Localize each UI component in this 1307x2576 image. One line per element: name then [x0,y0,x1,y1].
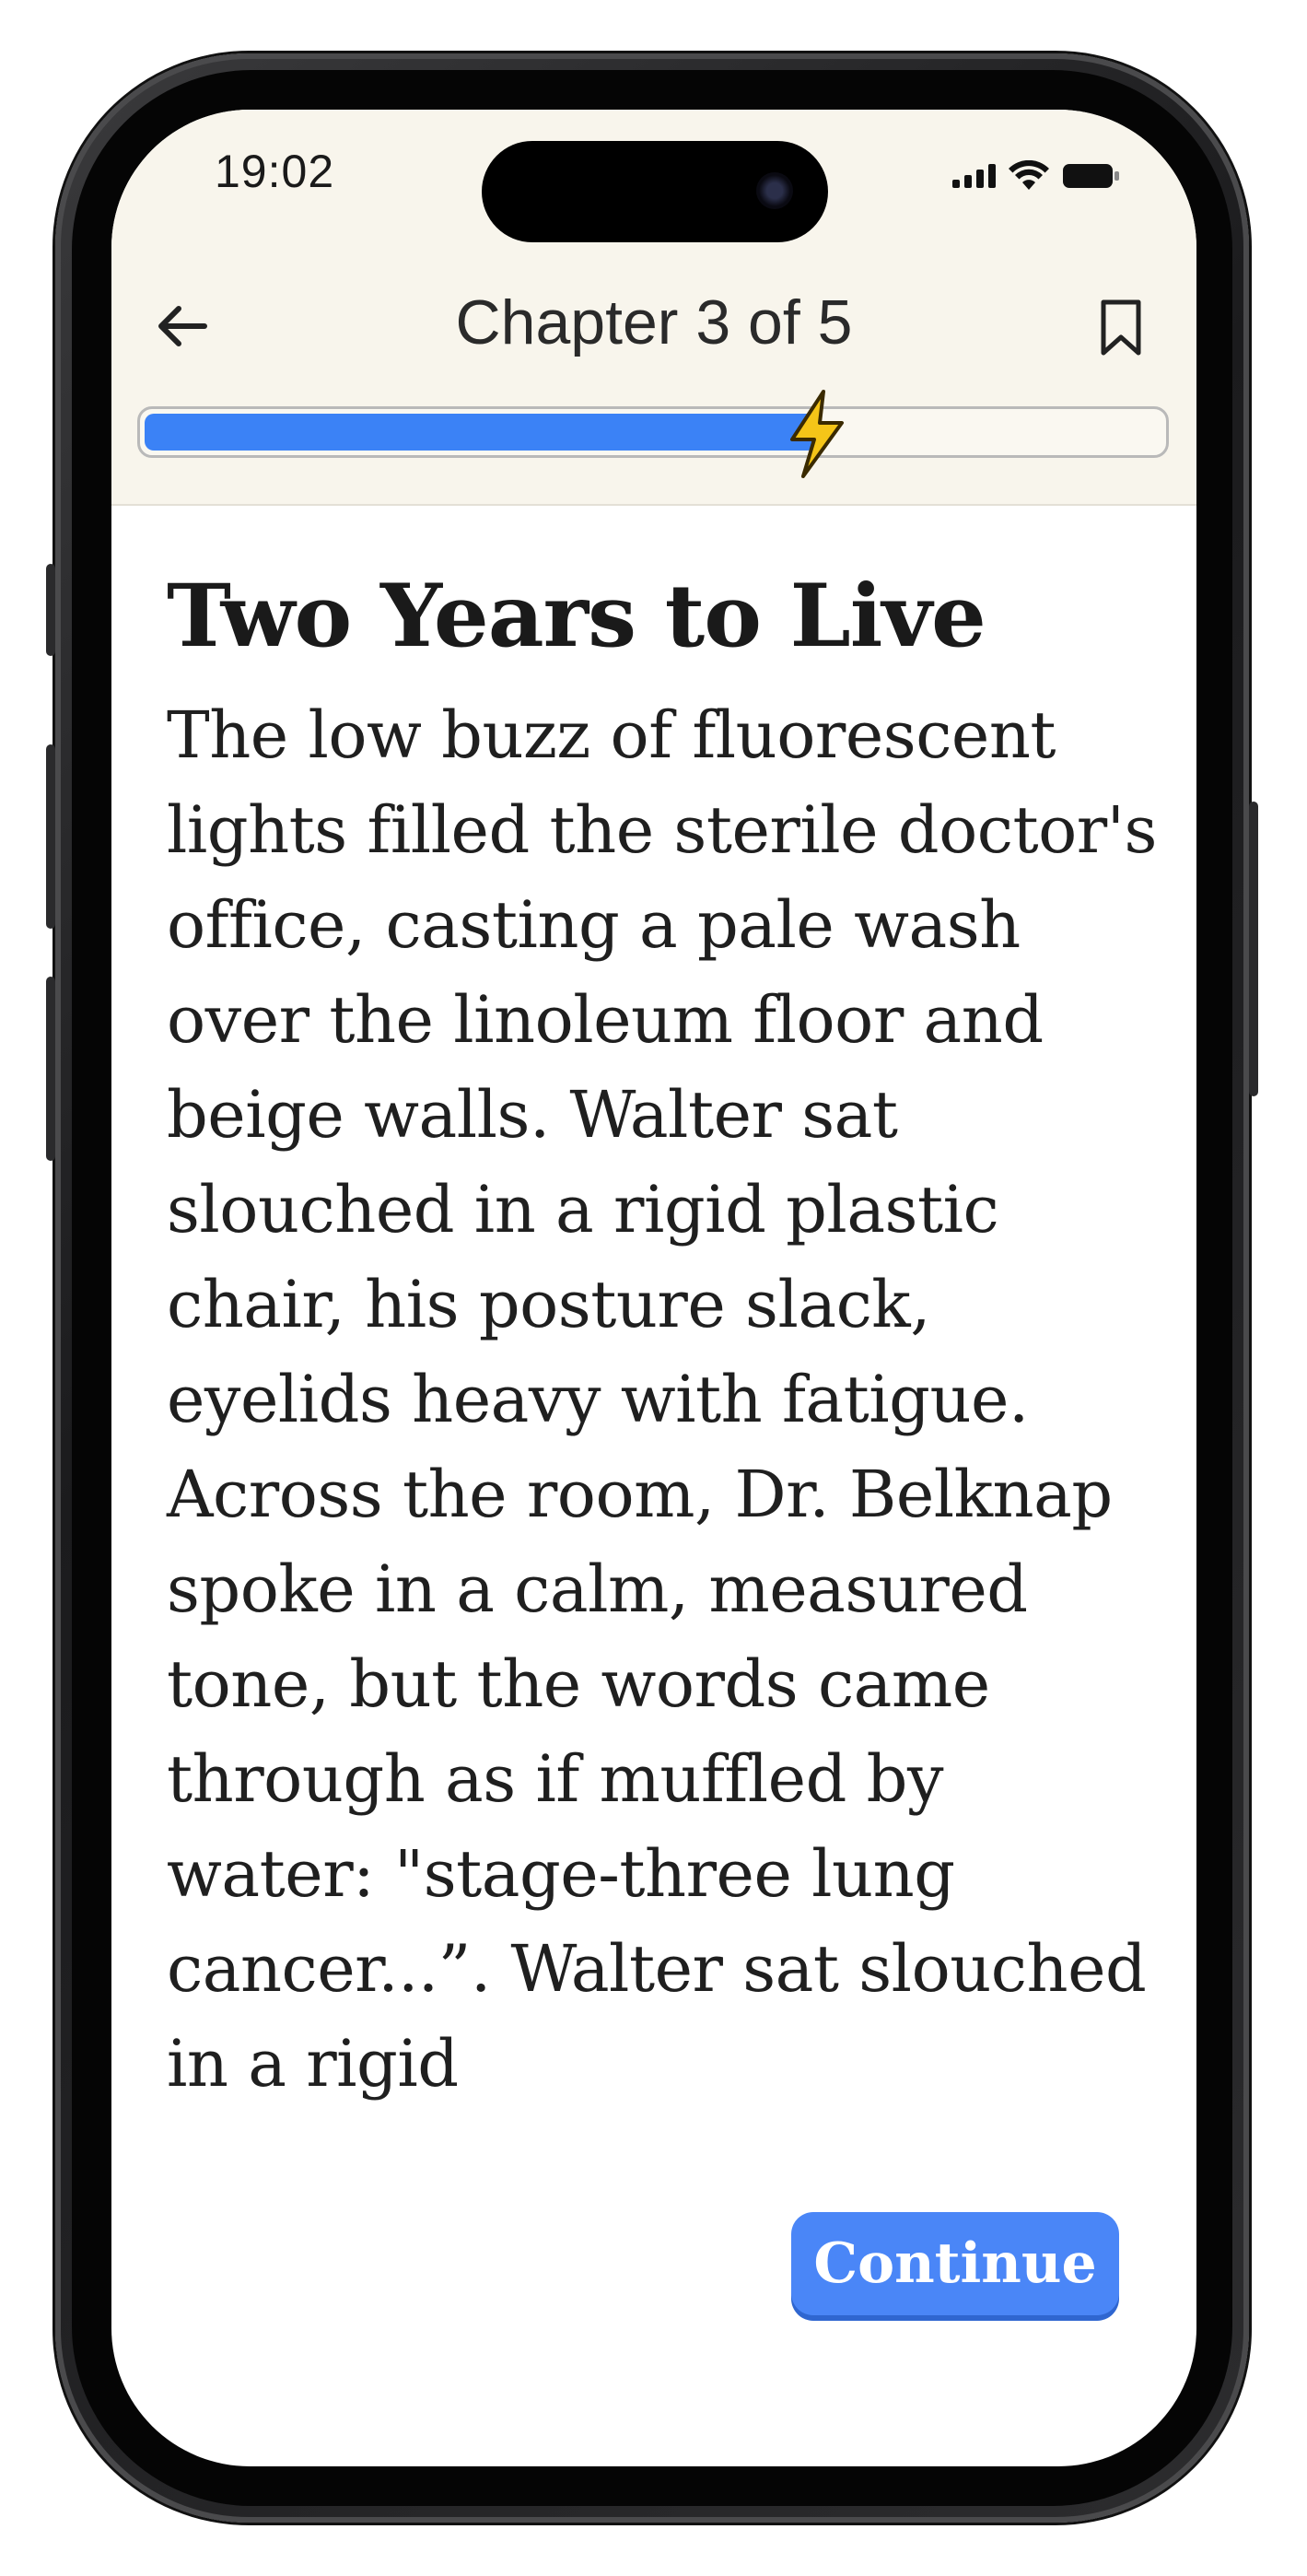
continue-button[interactable]: Continue [791,2212,1119,2315]
progress-fill [145,414,816,451]
action-button [46,564,55,656]
cellular-signal-icon [952,164,996,188]
camera-icon [756,172,793,209]
story-body: The low buzz of fluorescent lights fille… [167,697,1157,2102]
battery-icon [1062,161,1121,191]
status-time: 19:02 [215,146,335,197]
status-icons [952,158,1121,194]
bookmark-button[interactable] [1091,296,1150,360]
screen: 19:02 Chapter 3 of 5 Two Years to Live T… [111,110,1196,2466]
power-button [1249,802,1258,1096]
wifi-icon [1009,160,1049,192]
header-area: 19:02 Chapter 3 of 5 [111,110,1196,506]
chapter-progress-bar [137,406,1169,458]
dynamic-island [482,141,828,242]
story-content: Two Years to Live The low buzz of fluore… [167,561,1161,2112]
chapter-title: Chapter 3 of 5 [455,287,853,357]
story-title: Two Years to Live [167,566,986,667]
volume-up-button [46,744,55,929]
bookmark-icon [1101,299,1141,356]
volume-down-button [46,977,55,1161]
lightning-bolt-icon [790,390,844,478]
nav-row: Chapter 3 of 5 [111,275,1196,377]
